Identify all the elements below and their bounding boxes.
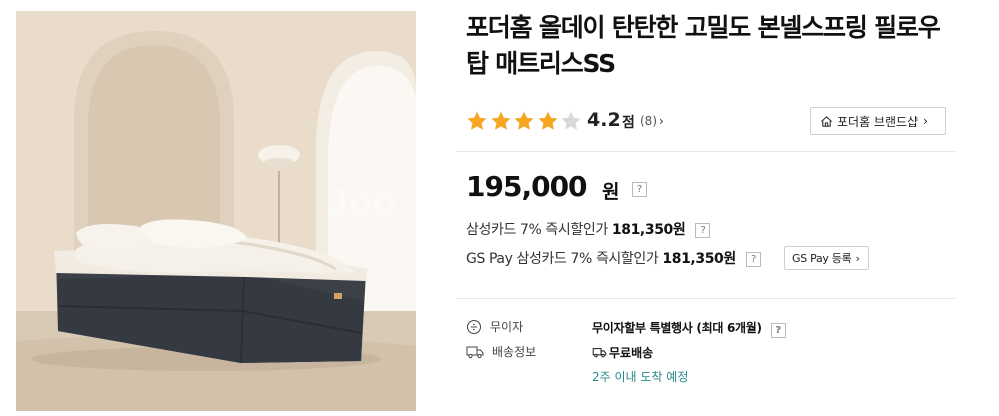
star-filled-icon [514,111,534,130]
card-discount-label: 삼성카드 7% 즉시할인가 [466,222,608,238]
gspay-register-button[interactable]: GS Pay 등록 › [784,246,869,270]
star-filled-icon [490,111,511,130]
free-shipping-text: 무료배송 [609,346,654,360]
gspay-discount-help-icon[interactable]: ? [745,252,761,267]
installment-text: 무이자할부 특별행사 (최대 6개월) [592,321,762,335]
star-empty-icon [561,111,581,130]
gspay-discount-row: GS Pay 삼성카드 7% 즉시할인가 181,350원 ? [466,248,761,268]
truck-icon [592,348,607,358]
star-filled-icon [537,111,558,130]
gspay-discount-label: GS Pay 삼성카드 7% 즉시할인가 [466,251,659,267]
product-title: 포더홈 올데이 탄탄한 고밀도 본넬스프링 필로우탑 매트리스SS [466,13,941,78]
rating-stars[interactable] [466,110,584,132]
home-icon [821,115,832,127]
brand-shop-button[interactable]: 포더홈 브랜드샵 › [810,107,946,135]
truck-icon [466,346,484,358]
star-filled-icon [467,111,487,130]
gspay-discount-amount: 181,350원 [662,251,736,267]
mattress-photo: Joo [16,11,416,411]
rating-row: 4.2 점 (8) › 포더홈 브랜드샵 › [466,106,958,136]
rating-value: 4.2 [587,109,621,131]
delivery-eta: 2주 이내 도착 예정 [592,370,689,384]
installment-value: 무이자할부 특별행사 (최대 6개월) ? [592,319,786,338]
product-image[interactable]: Joo [16,11,416,411]
shipping-value: 무료배송 [592,344,653,361]
installment-label: 무이자 [490,320,524,334]
installment-label-row: 무이자 [466,318,523,335]
price-amount: 195,000 [466,170,588,203]
review-count-link[interactable]: (8) › [640,114,664,128]
chevron-right-icon: › [855,251,860,265]
card-discount-help-icon[interactable]: ? [695,223,711,238]
svg-text:Joo: Joo [326,181,397,225]
shipping-label-row: 배송정보 [466,343,536,360]
chevron-right-icon: › [923,114,928,128]
review-count: (8) [640,114,657,128]
divide-circle-icon [467,319,481,334]
price-unit: 원 [602,181,620,203]
price-help-icon[interactable]: ? [632,182,647,197]
brand-shop-label: 포더홈 브랜드샵 [837,114,919,129]
card-discount-amount: 181,350원 [611,222,686,238]
rating-unit: 점 [622,115,635,131]
installment-help-icon[interactable]: ? [770,323,786,338]
section-divider [456,151,956,152]
shipping-label: 배송정보 [492,345,537,359]
gspay-register-label: GS Pay 등록 [792,252,852,265]
chevron-right-icon: › [659,114,664,128]
section-divider [456,298,956,299]
card-discount-row: 삼성카드 7% 즉시할인가 181,350원 ? [466,219,711,239]
